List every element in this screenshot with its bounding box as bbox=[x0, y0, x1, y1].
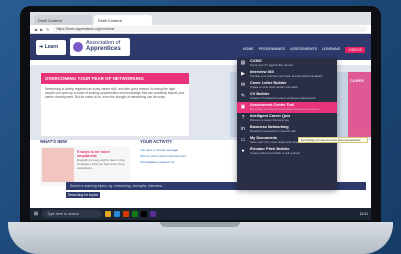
hero-title: OVERCOMING YOUR FEAR OF NETWORKING bbox=[41, 73, 189, 84]
menu-item-cover-letter[interactable]: ✉ Cover Letter Builder Create a cover le… bbox=[237, 80, 337, 91]
association-logo[interactable]: Association of Apprentices bbox=[70, 38, 130, 56]
forward-icon[interactable]: ▶ bbox=[40, 27, 43, 32]
activity-list: You have 1 unread message Tips for green… bbox=[140, 147, 220, 165]
nav-learning[interactable]: LEARNING bbox=[322, 47, 340, 53]
nav-programmes[interactable]: PROGRAMMES bbox=[259, 47, 285, 53]
videos-dropdown-menu: ▤ CV360 Score your CV against 60+ checks… bbox=[237, 58, 337, 189]
main-nav: HOME PROGRAMMES ASSESSMENTS LEARNING VID… bbox=[243, 47, 365, 53]
menu-item-cv360[interactable]: ▤ CV360 Score your CV against 60+ checks bbox=[237, 58, 337, 69]
taskbar-search[interactable]: Type here to search bbox=[42, 210, 102, 218]
browser-tab[interactable]: Draft Content bbox=[34, 15, 92, 25]
news-body: Empathy is a key skill to have in the wo… bbox=[77, 158, 125, 170]
back-icon[interactable]: ◀ bbox=[34, 27, 37, 32]
microphone-icon: ● bbox=[241, 148, 245, 154]
menu-item-cv-builder[interactable]: ✎ CV Builder Create a CV based on expert… bbox=[237, 91, 337, 102]
taskbar-app-icon[interactable] bbox=[114, 211, 120, 217]
news-image bbox=[42, 148, 74, 182]
taskbar-app-icon[interactable] bbox=[141, 211, 147, 217]
your-activity-heading: YOUR ACTIVITY bbox=[140, 139, 173, 144]
url-field[interactable]: https://learn.apprentices.org/en/home bbox=[52, 26, 367, 32]
letter-icon: ✉ bbox=[240, 82, 246, 88]
laptop-lip bbox=[160, 222, 240, 227]
taskbar-app-icon[interactable] bbox=[105, 211, 111, 217]
pencil-icon: ✎ bbox=[240, 93, 246, 99]
news-card[interactable]: 5 ways to be more empathetic Empathy is … bbox=[40, 146, 130, 186]
taskbar-app-icon[interactable] bbox=[123, 211, 129, 217]
nav-home[interactable]: HOME bbox=[243, 47, 254, 53]
clock: 12:01 bbox=[359, 212, 369, 216]
status-text: Searching for topics bbox=[66, 192, 100, 198]
hero-body: Networking is widely regarded as a key c… bbox=[45, 87, 185, 99]
taskbar-app-icon[interactable] bbox=[132, 211, 138, 217]
document-icon: ▤ bbox=[240, 60, 246, 66]
menu-item-career-quiz[interactable]: ? Intelligent Career Quiz Discover a car… bbox=[237, 113, 337, 124]
tooltip: Everything you need to know about assess… bbox=[298, 137, 368, 143]
taskbar-app-icon[interactable] bbox=[150, 211, 156, 217]
linkedin-icon: in bbox=[241, 126, 245, 132]
nav-videos[interactable]: VIDEOS bbox=[345, 47, 365, 53]
reload-icon[interactable]: ↻ bbox=[46, 27, 49, 32]
browser-tab-active[interactable]: Draft Content bbox=[94, 15, 152, 25]
laptop-screen: Draft Content Draft Content ◀ ▶ ↻ https:… bbox=[30, 12, 371, 220]
menu-item-assessment-centre[interactable]: ▣ Assessment Centre Tool Everything you … bbox=[237, 102, 337, 113]
hero-card[interactable]: OVERCOMING YOUR FEAR OF NETWORKING Netwo… bbox=[40, 72, 190, 137]
clipboard-icon: ▣ bbox=[240, 104, 246, 110]
folder-icon: ▭ bbox=[240, 137, 246, 143]
news-title: 5 ways to be more empathetic bbox=[77, 150, 110, 158]
address-bar: ◀ ▶ ↻ https://learn.apprentices.org/en/h… bbox=[30, 25, 371, 34]
association-name: Association of Apprentices bbox=[86, 40, 121, 52]
activity-item[interactable]: Accreditation evidence for bbox=[140, 159, 220, 165]
whats-new-heading: WHAT'S NEW bbox=[40, 139, 67, 144]
career-tag[interactable]: CAREE bbox=[348, 72, 371, 137]
nav-assessments[interactable]: ASSESSMENTS bbox=[290, 47, 317, 53]
menu-item-elevator-pitch[interactable]: ● Elevator Pitch Builder Create a 30 sec… bbox=[237, 146, 337, 157]
menu-item-business-networking[interactable]: in Business Networking Research companie… bbox=[237, 124, 337, 135]
arrow-icon: ➜ bbox=[39, 44, 44, 50]
video-icon: ▶ bbox=[241, 71, 245, 77]
association-badge-icon bbox=[73, 42, 83, 52]
os-taskbar: ⊞ Type here to search 12:01 bbox=[30, 208, 371, 220]
learn-logo[interactable]: ➜ Learn bbox=[36, 40, 66, 55]
windows-start-icon[interactable]: ⊞ bbox=[33, 211, 39, 217]
menu-item-interview360[interactable]: ▶ Interview 360 Practise your interview … bbox=[237, 69, 337, 80]
learn-label: Learn bbox=[44, 44, 59, 50]
question-icon: ? bbox=[241, 115, 245, 121]
site-header: ➜ Learn Association of Apprentices HOME … bbox=[30, 34, 371, 60]
browser-tab-bar: Draft Content Draft Content bbox=[30, 12, 371, 25]
